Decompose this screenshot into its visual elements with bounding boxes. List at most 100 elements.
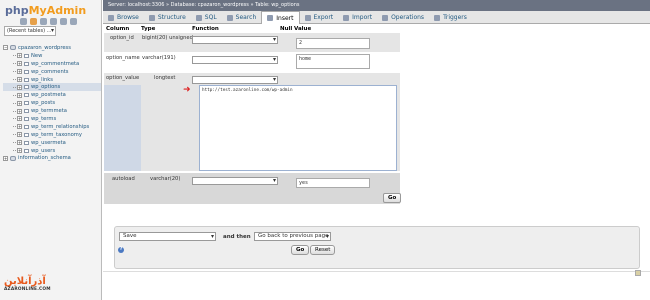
table-icon [24,132,29,137]
phpmyadmin-logo[interactable]: phpMyAdmin [5,4,86,17]
function-select[interactable] [192,36,278,44]
help-icon[interactable]: ? [118,247,124,253]
breadcrumb: Server: localhost:3306 » Database: cpaza… [103,0,650,11]
tree-line [13,71,16,73]
go-button[interactable]: Go [383,193,402,203]
settings-icon[interactable] [60,18,67,25]
tree-table[interactable]: + wp_links [3,76,101,84]
function-select[interactable] [192,76,278,84]
tree-line [13,102,16,104]
column-type: varchar(20) [150,176,181,182]
table-icon [24,148,29,153]
docs-icon[interactable] [50,18,57,25]
tree-table[interactable]: + wp_comments [3,68,101,76]
null-header: Null [280,26,293,32]
import-icon [343,14,350,21]
function-select[interactable] [192,177,278,185]
database-icon [10,155,16,161]
tree-line [13,79,16,80]
expand-toggle-icon[interactable]: + [17,116,22,122]
insert-header-row: Column Type Function Null Value [104,25,400,33]
expand-toggle-icon[interactable]: + [17,140,22,146]
tree-label: wp_comments [31,68,69,75]
tab-insert[interactable]: Insert [261,11,300,24]
tree-table[interactable]: + wp_terms [3,115,101,123]
column-name: option_name [106,55,140,61]
tree-label: wp_terms [31,115,57,122]
export-icon [304,14,311,21]
table-icon [24,124,29,129]
tree-line [13,150,16,152]
function-header: Function [192,26,219,32]
logout-icon[interactable] [30,18,37,25]
tab-label: Browse [117,14,139,21]
divider [103,271,650,272]
expand-toggle-icon[interactable]: + [17,53,22,59]
value-textarea[interactable]: http://test.azaronline.com/wp-admin [199,85,397,171]
tree-table[interactable]: + wp_posts [3,99,101,107]
expand-toggle-icon[interactable]: + [17,69,22,75]
tab-label: Operations [391,14,425,21]
expand-toggle-icon[interactable]: − [3,45,8,51]
expand-toggle-icon[interactable]: + [17,84,22,90]
value-input[interactable]: yes [296,178,370,188]
value-input[interactable]: home [296,54,370,69]
function-select[interactable] [192,56,278,64]
after-insert-select[interactable]: Go back to previous page [254,232,331,241]
tree-line [13,142,16,144]
tab-triggers[interactable]: Triggers [429,11,472,24]
reset-button[interactable]: Reset [310,245,336,255]
expand-toggle-icon[interactable]: + [17,92,22,98]
row-option-name: option_name varchar(191) home [104,52,400,73]
tab-search[interactable]: Search [222,11,262,24]
tree-line [13,110,16,112]
expand-toggle-icon[interactable]: + [3,155,8,161]
expand-toggle-icon[interactable]: + [17,124,22,130]
tree-table[interactable]: + wp_term_relationships [3,123,101,131]
home-icon[interactable] [20,18,27,25]
expand-toggle-icon[interactable]: + [17,148,22,154]
expand-toggle-icon[interactable]: + [17,100,22,106]
expand-toggle-icon[interactable]: + [17,108,22,114]
tab-sql[interactable]: SQL [191,11,222,24]
tree-database[interactable]: − cpazaron_wordpress [3,44,101,52]
sql-icon [195,14,202,21]
top-tabs: Browse Structure SQL Search Insert Export Impo… [103,11,650,24]
expand-toggle-icon[interactable]: + [17,132,22,138]
insert-options: Save and then Go back to previous page ?… [114,226,640,269]
tab-import[interactable]: Import [338,11,377,24]
tree-new-table[interactable]: + New [3,52,101,60]
table-icon [24,77,29,82]
database-icon [10,45,16,51]
row-highlight [104,85,141,171]
tree-table[interactable]: + wp_term_taxonomy [3,131,101,139]
tab-operations[interactable]: Operations [377,11,429,24]
tree-table[interactable]: + wp_commentmeta [3,60,101,68]
tree-database[interactable]: + information_schema [3,154,101,162]
tab-structure[interactable]: Structure [144,11,191,24]
console-icon[interactable] [635,270,641,276]
tree-label: wp_termmeta [31,108,67,115]
tree-table[interactable]: + wp_termmeta [3,107,101,115]
tree-table[interactable]: + wp_users [3,147,101,155]
expand-toggle-icon[interactable]: + [17,77,22,82]
table-icon [24,101,29,106]
tab-browse[interactable]: Browse [103,11,144,24]
value-input[interactable]: 2 [296,38,370,49]
go-button[interactable]: Go [291,245,310,255]
watermark-logo: آذرآنلاین AZARONLINE.COM [4,276,51,292]
tree-table[interactable]: + wp_options [3,83,101,92]
tree-line [13,126,16,128]
new-icon [24,53,29,58]
tab-export[interactable]: Export [300,11,339,24]
tree-line [13,86,16,88]
expand-toggle-icon[interactable]: + [17,61,22,67]
action-select[interactable]: Save [119,232,216,241]
recent-tables-select[interactable]: (Recent tables) ... [4,26,56,36]
help-icon[interactable] [40,18,47,25]
tree-table[interactable]: + wp_postmeta [3,91,101,99]
tree-table[interactable]: + wp_usermeta [3,139,101,147]
reload-icon[interactable] [70,18,77,25]
tree-label: information_schema [18,155,71,162]
table-icon [24,61,29,66]
